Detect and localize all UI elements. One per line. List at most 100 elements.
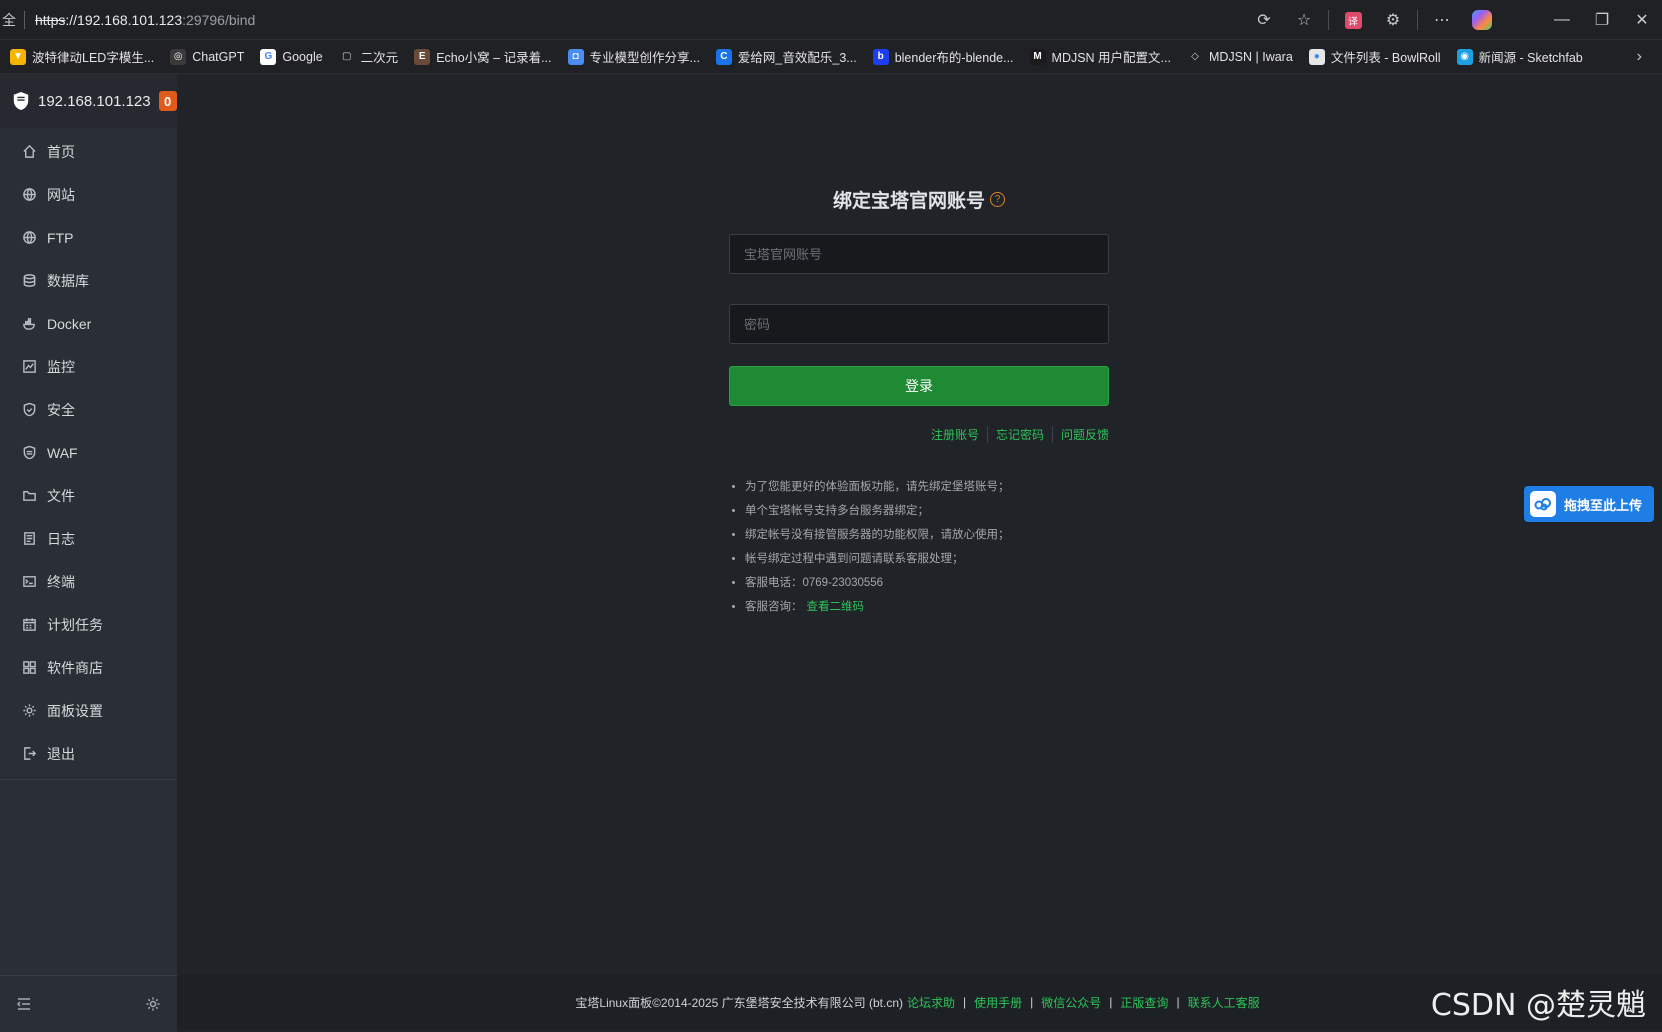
bookmark-item[interactable]: b blender布的-blende... — [867, 44, 1020, 70]
account-input[interactable] — [729, 234, 1109, 274]
cloud-upload-icon — [1530, 491, 1556, 517]
bookmark-item[interactable]: ◘ 专业模型创作分享... — [562, 44, 706, 70]
bookmark-favicon-icon: ◉ — [1456, 48, 1473, 65]
sidebar-item-waf[interactable]: WAF — [0, 431, 177, 474]
contact-support-link[interactable]: 联系人工客服 — [1188, 994, 1260, 1011]
bookmark-label: 波特律动LED字模生... — [32, 51, 155, 65]
sidebar-item-ftp[interactable]: FTP — [0, 216, 177, 259]
sidebar: 192.168.101.123 0 首页网站 FTP 数据库 Docker 监控安全 WA… — [0, 74, 177, 1032]
bookmark-item[interactable]: ◉ 新闻源 - Sketchfab — [1451, 44, 1589, 70]
sidebar-item-label: 面板设置 — [47, 702, 103, 719]
sidebar-menu: 首页网站 FTP 数据库 Docker 监控安全 WAF 文件日志终端 计划任务软件商店面板设… — [0, 128, 177, 775]
bookmarks-more-icon[interactable]: › — [1637, 40, 1642, 74]
extensions-icon[interactable]: ⚙ — [1373, 0, 1413, 40]
view-qrcode-link[interactable]: 查看二维码 — [807, 601, 865, 613]
bookmark-favicon-icon: G — [260, 48, 277, 65]
docker-icon — [23, 318, 35, 330]
bookmark-item[interactable]: ▢ 二次元 — [333, 44, 405, 70]
register-link[interactable]: 注册账号 — [923, 426, 987, 443]
login-button[interactable]: 登录 — [729, 366, 1109, 406]
manual-link[interactable]: 使用手册 — [974, 994, 1022, 1011]
sidebar-item-logout[interactable]: 退出 — [0, 732, 177, 775]
home-icon — [23, 144, 36, 158]
bookmark-label: 文件列表 - BowlRoll — [1330, 51, 1441, 65]
bookmarks-bar: ▼ 波特律动LED字模生... ◎ ChatGPT G Google ▢ 二次元 E Echo小窝… — [0, 40, 1662, 74]
notification-badge[interactable]: 0 — [158, 91, 177, 111]
sidebar-item-label: 数据库 — [47, 272, 89, 289]
footer-divider: | — [963, 995, 967, 1009]
database-icon — [23, 274, 36, 287]
sidebar-item-security[interactable]: 安全 — [0, 388, 177, 431]
sidebar-item-monitor[interactable]: 监控 — [0, 345, 177, 388]
csdn-watermark: CSDN @楚灵魈 — [1430, 988, 1646, 1023]
sidebar-item-cron[interactable]: 计划任务 — [0, 603, 177, 646]
footer-divider: | — [1176, 995, 1180, 1009]
bookmark-label: 爱给网_音效配乐_3... — [737, 51, 857, 65]
bookmark-item[interactable]: G Google — [254, 44, 328, 70]
password-input[interactable] — [729, 304, 1109, 344]
bookmark-favicon-icon: ● — [1308, 48, 1325, 65]
url-path: :29796/bind — [182, 11, 256, 28]
notes-list: 为了您能更好的体验面板功能，请先绑定堡塔账号； 单个宝塔帐号支持多台服务器绑定；… — [729, 475, 1109, 619]
copilot-icon[interactable] — [1462, 0, 1502, 40]
translate-extension-icon[interactable]: 译 — [1333, 0, 1373, 40]
server-ip: 192.168.101.123 — [38, 92, 151, 110]
sidebar-item-label: 监控 — [47, 358, 75, 375]
bookmark-label: Google — [282, 49, 323, 64]
sidebar-item-label: 软件商店 — [47, 659, 103, 676]
wechat-link[interactable]: 微信公众号 — [1041, 994, 1101, 1011]
footer-divider: | — [1030, 995, 1034, 1009]
account-links: 注册账号 忘记密码 问题反馈 — [729, 426, 1109, 443]
list-item: 客服咨询： 查看二维码 — [745, 595, 1109, 619]
close-window-icon[interactable]: ✕ — [1622, 0, 1662, 40]
bookmark-label: blender布的-blende... — [894, 51, 1014, 65]
sidebar-item-settings[interactable]: 面板设置 — [0, 689, 177, 732]
bookmark-favicon-icon: ◘ — [567, 48, 584, 65]
favorite-star-icon[interactable]: ☆ — [1284, 0, 1324, 40]
sidebar-item-terminal[interactable]: 终端 — [0, 560, 177, 603]
feedback-link[interactable]: 问题反馈 — [1051, 426, 1109, 443]
store-icon — [23, 661, 36, 674]
more-menu-icon[interactable]: ⋯ — [1422, 0, 1462, 40]
license-check-link[interactable]: 正版查询 — [1120, 994, 1168, 1011]
forgot-password-link[interactable]: 忘记密码 — [986, 426, 1052, 443]
help-icon[interactable]: ? — [990, 191, 1005, 207]
bookmark-item[interactable]: ◎ ChatGPT — [164, 44, 250, 70]
gear-icon[interactable] — [145, 996, 161, 1012]
sidebar-item-label: WAF — [47, 444, 78, 461]
list-item: 帐号绑定过程中遇到问题请联系客服处理； — [745, 547, 1109, 571]
sidebar-item-database[interactable]: 数据库 — [0, 259, 177, 302]
logs-icon — [24, 532, 35, 545]
server-header: 192.168.101.123 0 — [0, 74, 177, 128]
sidebar-item-label: 首页 — [47, 143, 75, 160]
bookmark-item[interactable]: ● 文件列表 - BowlRoll — [1303, 44, 1447, 70]
bookmark-item[interactable]: M MDJSN 用户配置文... — [1024, 44, 1177, 70]
sidebar-item-logs[interactable]: 日志 — [0, 517, 177, 560]
bookmark-item[interactable]: C 爱给网_音效配乐_3... — [710, 44, 863, 70]
bookmark-label: MDJSN 用户配置文... — [1051, 51, 1171, 65]
restore-window-icon[interactable]: ❐ — [1582, 0, 1622, 40]
files-icon — [23, 491, 36, 501]
bookmark-favicon-icon: M — [1029, 48, 1046, 65]
forum-help-link[interactable]: 论坛求助 — [907, 994, 955, 1011]
sidebar-item-label: 日志 — [47, 530, 75, 547]
collapse-menu-icon[interactable] — [16, 996, 32, 1012]
minimize-icon[interactable]: — — [1542, 0, 1582, 40]
sidebar-item-website[interactable]: 网站 — [0, 173, 177, 216]
sidebar-item-files[interactable]: 文件 — [0, 474, 177, 517]
bookmark-item[interactable]: ▼ 波特律动LED字模生... — [4, 44, 160, 70]
bookmark-label: MDJSN | Iwara — [1208, 49, 1293, 64]
ftp-icon — [23, 231, 36, 244]
bookmark-item[interactable]: ◇ MDJSN | Iwara — [1181, 44, 1299, 70]
url-field[interactable]: https://192.168.101.123:29796/bind — [35, 12, 255, 28]
drag-upload-tab[interactable]: 拖拽至此上传 — [1524, 486, 1654, 522]
refresh-site-icon[interactable]: ⟳ — [1244, 0, 1284, 40]
bookmark-label: 专业模型创作分享... — [589, 51, 700, 65]
list-item: 单个宝塔帐号支持多台服务器绑定； — [745, 499, 1109, 523]
sidebar-item-docker[interactable]: Docker — [0, 302, 177, 345]
bookmark-item[interactable]: E Echo小窝 – 记录着... — [408, 44, 557, 70]
browser-address-bar: 全 https://192.168.101.123:29796/bind ⟳ ☆… — [0, 0, 1662, 40]
sidebar-item-store[interactable]: 软件商店 — [0, 646, 177, 689]
sidebar-item-home[interactable]: 首页 — [0, 130, 177, 173]
list-item: 客服电话：0769-23030556 — [745, 571, 1109, 595]
